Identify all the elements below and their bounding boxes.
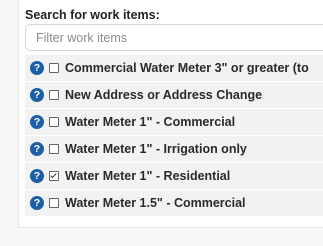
work-item-checkbox[interactable] — [49, 117, 59, 127]
work-item-row[interactable]: ? Water Meter 1" - Commercial — [25, 109, 323, 135]
search-heading: Search for work items: — [25, 8, 160, 22]
work-item-row[interactable]: ? Commercial Water Meter 3" or greater (… — [25, 55, 323, 81]
work-item-checkbox[interactable] — [49, 90, 59, 100]
work-item-label: Commercial Water Meter 3" or greater (to — [65, 61, 309, 75]
work-item-label: Water Meter 1" - Irrigation only — [65, 142, 247, 156]
work-item-list: ? Commercial Water Meter 3" or greater (… — [25, 55, 323, 217]
work-item-checkbox[interactable] — [49, 63, 59, 73]
work-item-checkbox[interactable] — [49, 144, 59, 154]
work-item-row[interactable]: ? Water Meter 1.5" - Commercial — [25, 190, 323, 216]
work-item-checkbox[interactable] — [49, 198, 59, 208]
work-item-label: Water Meter 1" - Commercial — [65, 115, 236, 129]
work-item-label: New Address or Address Change — [65, 88, 263, 102]
filter-work-items-input[interactable] — [25, 24, 323, 51]
work-item-row[interactable]: ? New Address or Address Change — [25, 82, 323, 108]
help-question-icon[interactable]: ? — [30, 142, 44, 156]
work-item-checkbox[interactable] — [49, 171, 59, 181]
help-question-icon[interactable]: ? — [30, 115, 44, 129]
work-item-label: Water Meter 1.5" - Commercial — [65, 196, 246, 210]
help-question-icon[interactable]: ? — [30, 88, 44, 102]
help-question-icon[interactable]: ? — [30, 61, 44, 75]
help-question-icon[interactable]: ? — [30, 169, 44, 183]
help-question-icon[interactable]: ? — [30, 196, 44, 210]
work-item-label: Water Meter 1" - Residential — [65, 169, 231, 183]
work-item-row[interactable]: ? Water Meter 1" - Residential — [25, 163, 323, 189]
work-item-row[interactable]: ? Water Meter 1" - Irrigation only — [25, 136, 323, 162]
work-item-panel: Search for work items: ? Commercial Wate… — [18, 0, 323, 228]
